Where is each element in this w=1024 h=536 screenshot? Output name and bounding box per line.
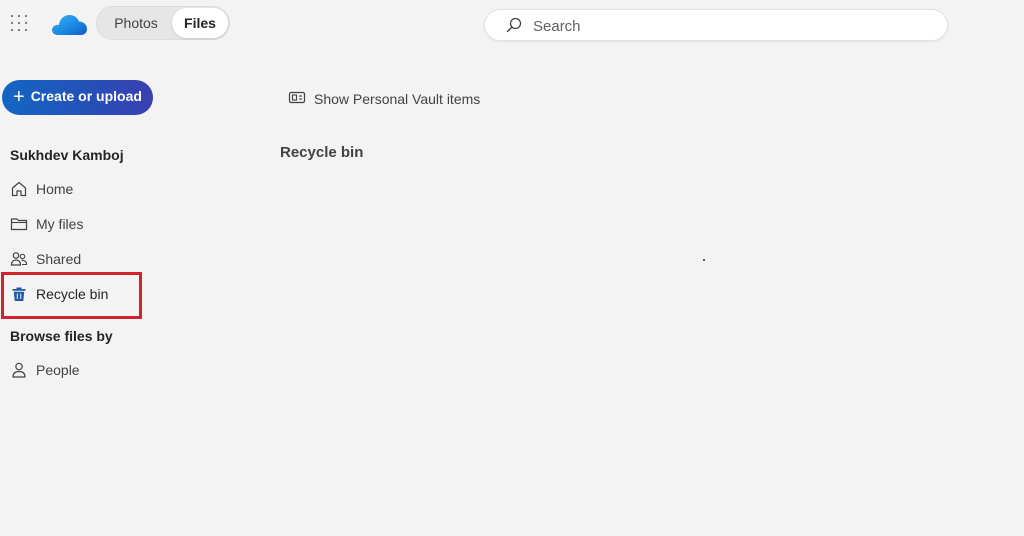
account-name: Sukhdev Kamboj: [10, 147, 124, 163]
search-icon: [506, 17, 522, 33]
sidebar-item-home[interactable]: Home: [10, 177, 135, 201]
browse-files-by-heading: Browse files by: [10, 328, 113, 344]
vault-icon: [288, 91, 306, 104]
tab-photos[interactable]: Photos: [101, 8, 171, 38]
home-icon: [11, 181, 27, 197]
plus-icon: +: [13, 86, 25, 108]
onedrive-app: Photos Files + Create or upload Sukhdev K…: [0, 0, 1024, 536]
search-input[interactable]: [533, 14, 913, 38]
app-launcher-icon[interactable]: [10, 14, 28, 32]
page-title: Recycle bin: [280, 144, 364, 161]
vault-toggle-label: Show Personal Vault items: [314, 91, 481, 107]
sidebar-item-label: Shared: [36, 251, 82, 267]
sidebar-item-label: My files: [36, 216, 84, 232]
sidebar-item-label: People: [36, 362, 80, 378]
stray-dot: [703, 259, 705, 261]
photos-files-switch: Photos Files: [96, 6, 230, 40]
sidebar-item-label: Home: [36, 181, 74, 197]
sidebar-item-people[interactable]: People: [10, 358, 135, 382]
sidebar-item-my-files[interactable]: My files: [10, 212, 135, 236]
sidebar-item-shared[interactable]: Shared: [10, 247, 135, 271]
people-shared-icon: [10, 252, 28, 266]
create-or-upload-button[interactable]: + Create or upload: [2, 80, 153, 115]
tab-files[interactable]: Files: [172, 8, 228, 38]
person-icon: [12, 362, 26, 378]
recycle-bin-highlight-box: [1, 272, 142, 319]
folder-icon: [10, 218, 28, 231]
search-box[interactable]: [484, 9, 948, 41]
create-or-upload-label: Create or upload: [30, 88, 142, 104]
onedrive-cloud-icon[interactable]: [50, 10, 88, 38]
show-personal-vault-items-button[interactable]: Show Personal Vault items: [288, 87, 488, 109]
